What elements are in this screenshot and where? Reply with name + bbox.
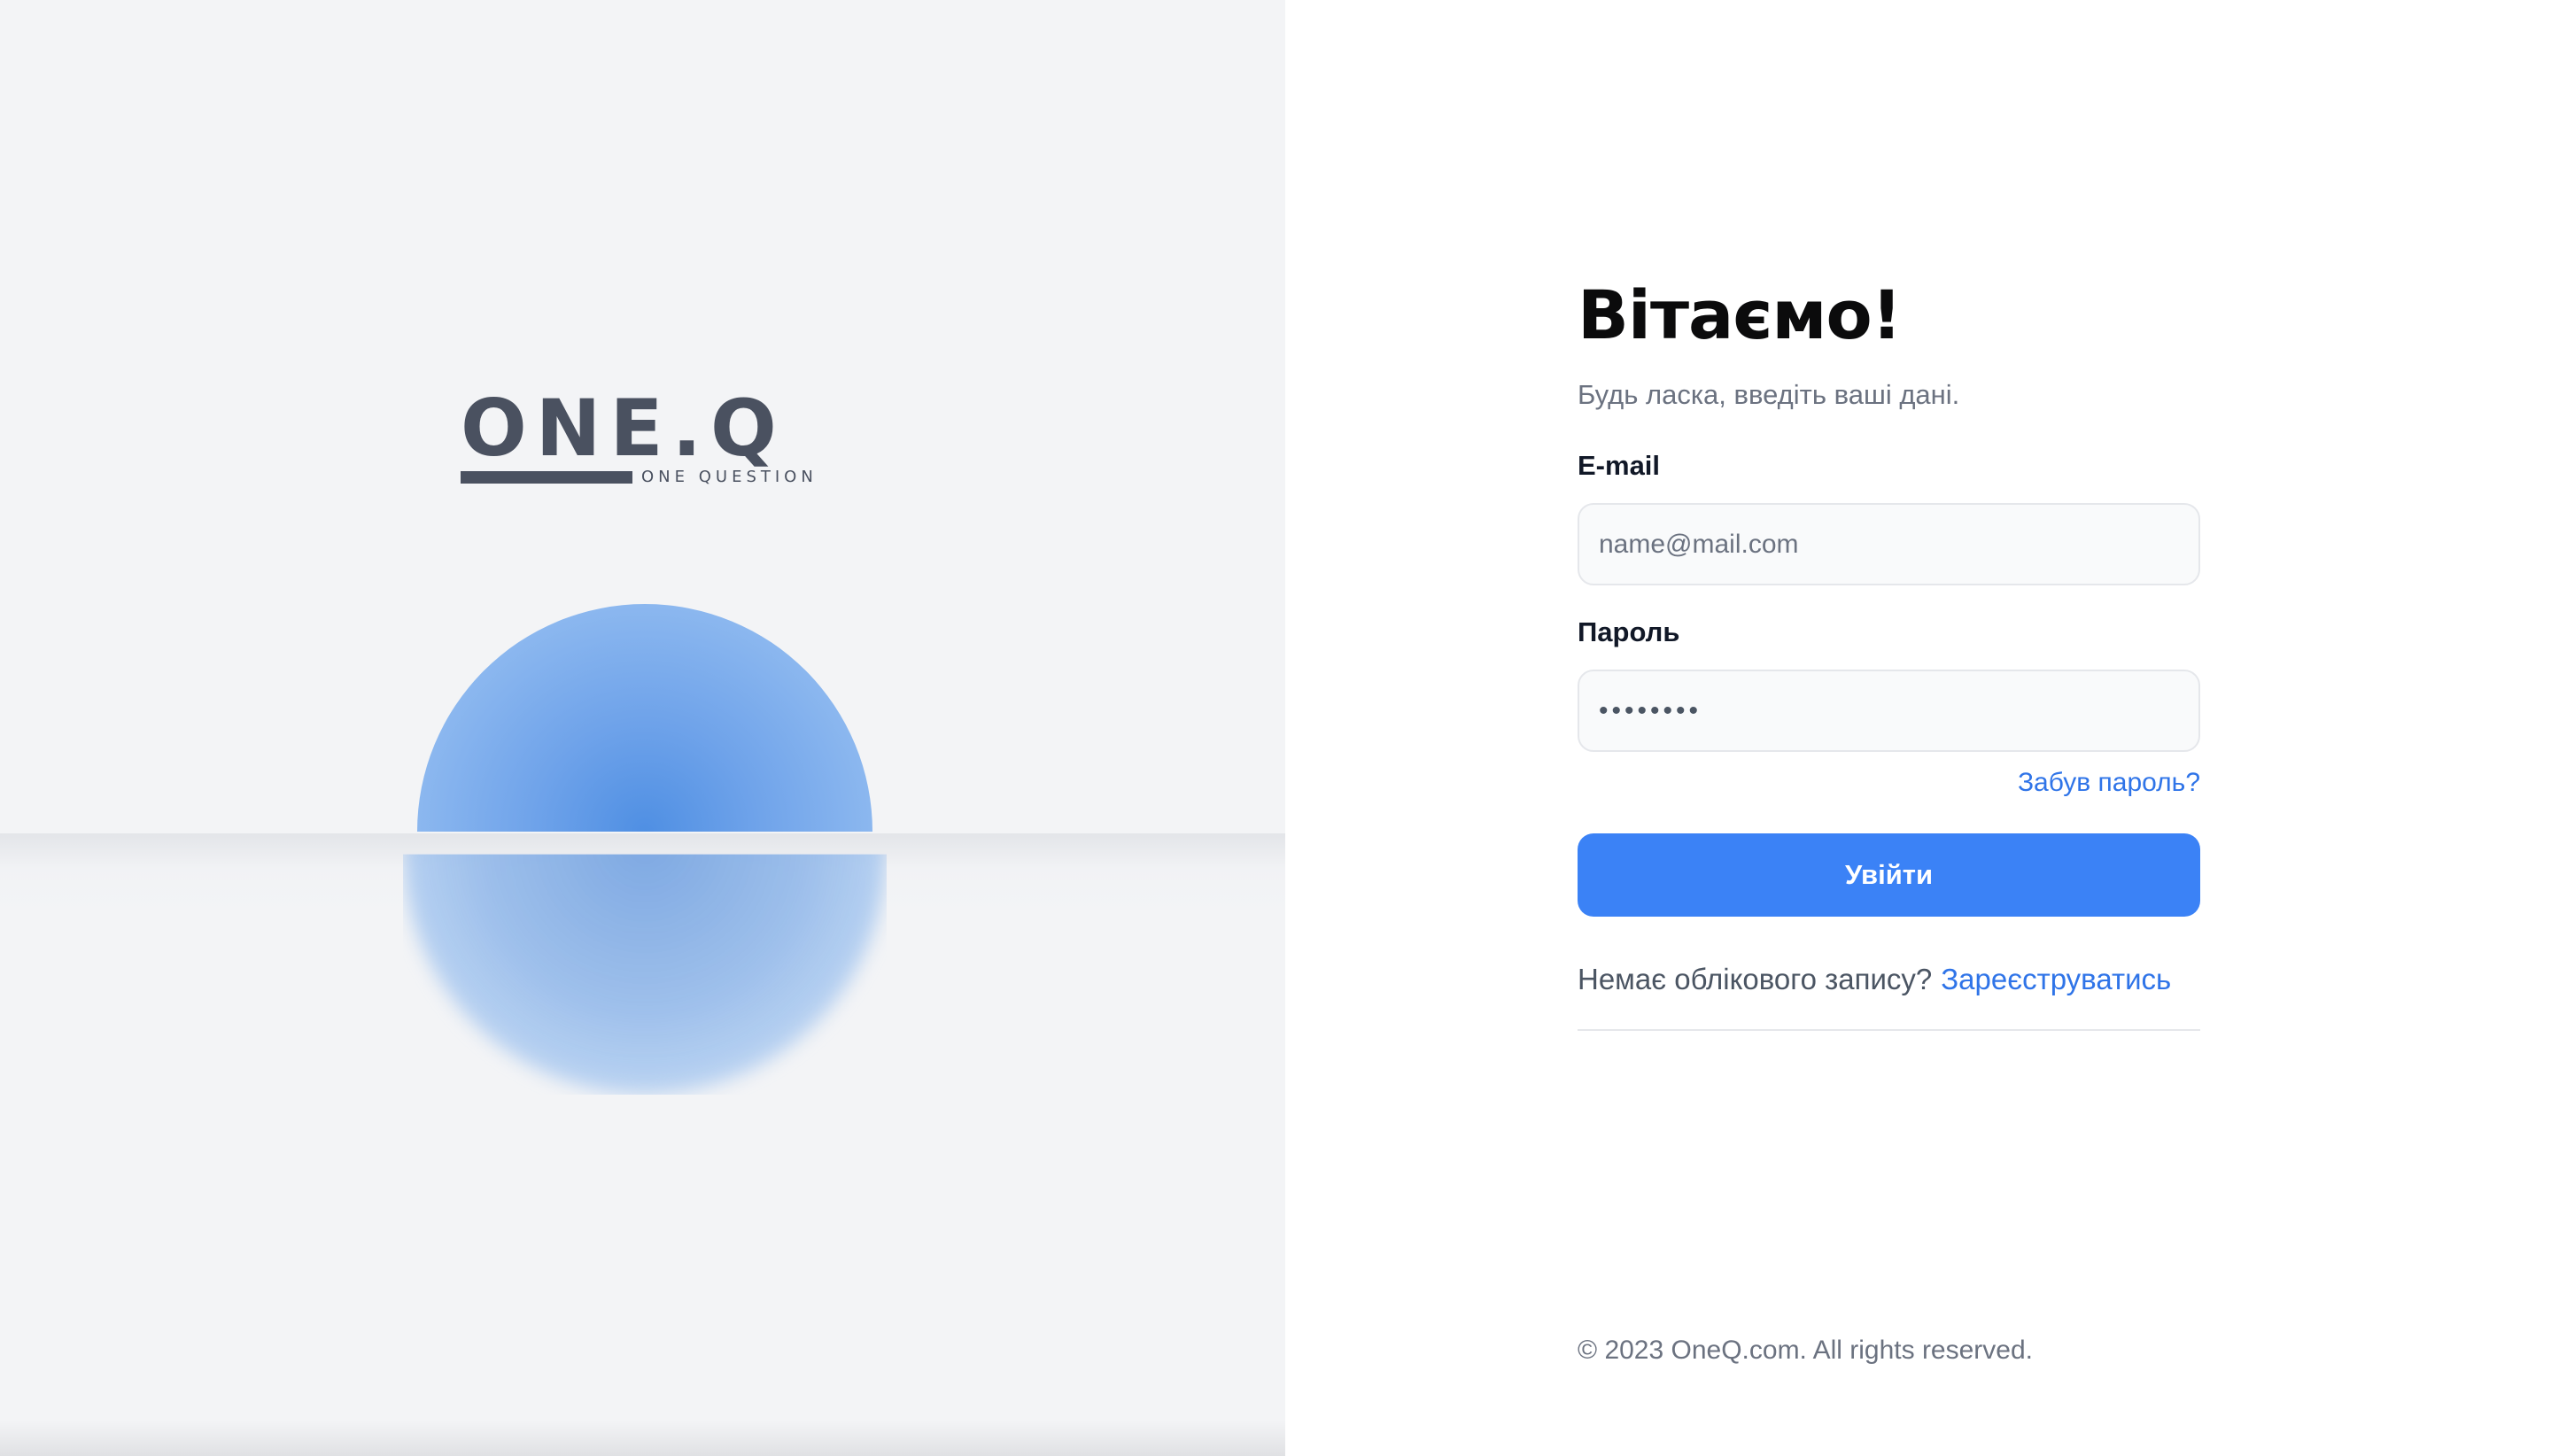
forgot-password-link[interactable]: Забув пароль? [2018, 768, 2200, 798]
login-button[interactable]: Увійти [1578, 833, 2200, 917]
logo-mark: ONE.Q [461, 383, 786, 474]
logo-underline-bar [461, 471, 632, 484]
brand-panel: ONE.Q ONE QUESTION [0, 0, 1285, 1456]
no-account-text: Немає облікового запису? [1578, 963, 1933, 995]
signup-prompt: Немає облікового запису? Зареєструватись [1578, 963, 2171, 996]
password-field[interactable] [1578, 670, 2200, 752]
page-title: Вітаємо! [1578, 275, 1902, 354]
divider [1578, 1029, 2200, 1031]
password-label: Пароль [1578, 616, 1680, 647]
brand-logo: ONE.Q ONE QUESTION [461, 390, 833, 496]
logo-tagline: ONE QUESTION [641, 468, 818, 486]
page-subtitle: Будь ласка, введіть ваші дані. [1578, 379, 1960, 410]
register-link[interactable]: Зареєструватись [1941, 963, 2171, 995]
copyright-footer: © 2023 OneQ.com. All rights reserved. [1578, 1336, 2033, 1365]
email-field[interactable] [1578, 503, 2200, 585]
email-label: E-mail [1578, 450, 1661, 481]
